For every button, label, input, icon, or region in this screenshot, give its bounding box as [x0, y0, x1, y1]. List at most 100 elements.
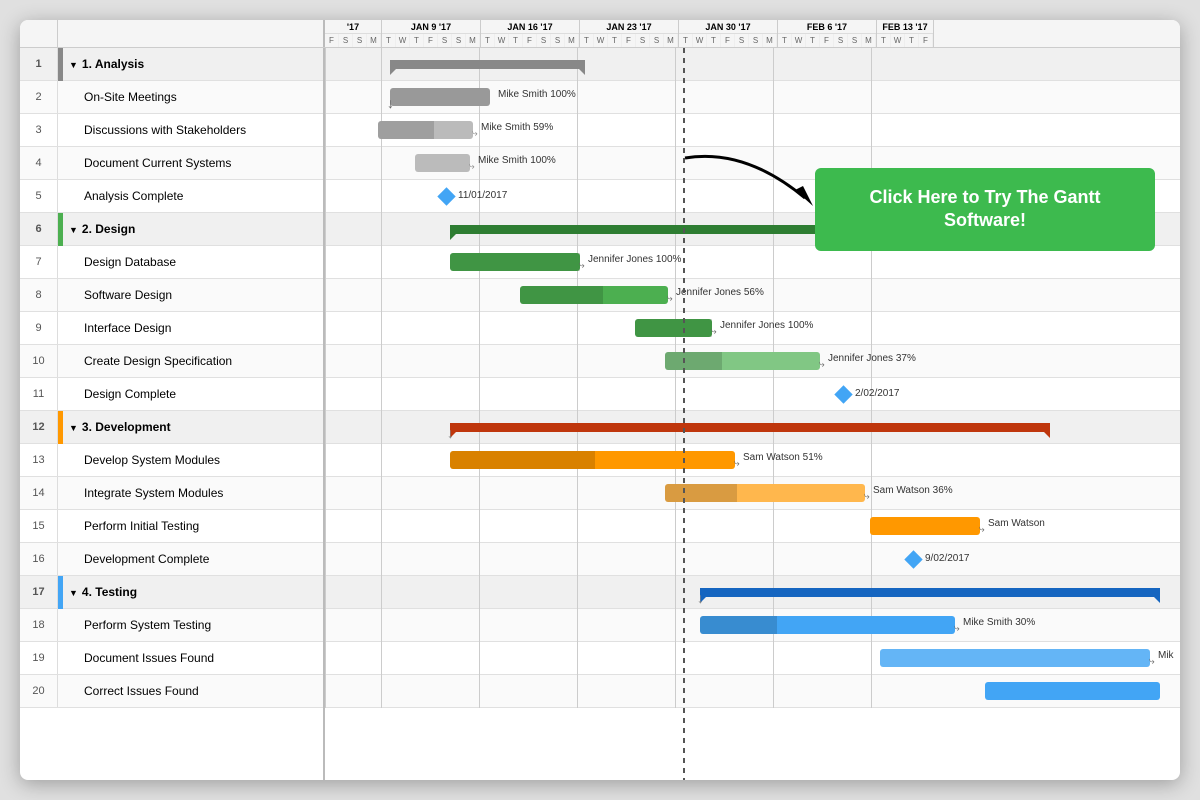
task-name: Develop System Modules: [66, 453, 323, 467]
day-cell: F: [622, 34, 636, 47]
week-grid-line: [773, 48, 774, 708]
day-cell: S: [848, 34, 862, 47]
group-expand-icon[interactable]: ▼: [69, 60, 78, 70]
gantt-row: [325, 411, 1180, 444]
day-cell: S: [834, 34, 848, 47]
task-row-number: 6: [20, 213, 58, 245]
task-name: Interface Design: [66, 321, 323, 335]
day-cell: M: [466, 34, 480, 47]
task-name: Analysis Complete: [66, 189, 323, 203]
task-row-number: 12: [20, 411, 58, 443]
task-row-number: 8: [20, 279, 58, 311]
gantt-row: [325, 378, 1180, 411]
header-right: '17FSSMJAN 9 '17TWTFSSMJAN 16 '17TWTFSSM…: [325, 20, 1180, 47]
task-row: 14Integrate System Modules: [20, 477, 323, 510]
gantt-rows-container: [325, 48, 1180, 708]
task-row: 20Correct Issues Found: [20, 675, 323, 708]
day-cell: W: [891, 34, 905, 47]
day-cell: W: [495, 34, 509, 47]
day-cell: S: [438, 34, 452, 47]
header-left: [20, 20, 325, 47]
gantt-row: [325, 48, 1180, 81]
week-days: TWTFSSM: [778, 34, 876, 47]
day-cell: S: [636, 34, 650, 47]
day-cell: W: [792, 34, 806, 47]
task-row: 15Perform Initial Testing: [20, 510, 323, 543]
week-days: TWTFSSM: [679, 34, 777, 47]
task-row: 5Analysis Complete: [20, 180, 323, 213]
task-row-number: 15: [20, 510, 58, 542]
task-row-number: 1: [20, 48, 58, 80]
week-block: JAN 23 '17TWTFSSM: [580, 20, 679, 47]
day-cell: W: [396, 34, 410, 47]
task-row-number: 10: [20, 345, 58, 377]
gantt-row: [325, 444, 1180, 477]
day-cell: T: [905, 34, 919, 47]
day-cell: S: [749, 34, 763, 47]
week-label: JAN 23 '17: [580, 20, 678, 34]
task-row: 4Document Current Systems: [20, 147, 323, 180]
timeline-body: Mike Smith 100%↓Mike Smith 59%⤷Mike Smit…: [325, 48, 1180, 780]
day-cell: T: [707, 34, 721, 47]
task-row: 10 Create Design Specification: [20, 345, 323, 378]
day-cell: M: [367, 34, 381, 47]
week-label: FEB 13 '17: [877, 20, 933, 34]
group-expand-icon[interactable]: ▼: [69, 588, 78, 598]
task-row-number: 11: [20, 378, 58, 410]
task-row: 17▼4. Testing: [20, 576, 323, 609]
task-row-number: 7: [20, 246, 58, 278]
task-name: Perform System Testing: [66, 618, 323, 632]
day-cell: F: [820, 34, 834, 47]
week-block: '17FSSM: [325, 20, 382, 47]
task-row: 19Document Issues Found: [20, 642, 323, 675]
group-expand-icon[interactable]: ▼: [69, 225, 78, 235]
task-row: 7Design Database: [20, 246, 323, 279]
week-label: '17: [325, 20, 381, 34]
task-row-number: 2: [20, 81, 58, 113]
gantt-row: [325, 246, 1180, 279]
task-row-number: 16: [20, 543, 58, 575]
day-cell: M: [664, 34, 678, 47]
task-row: 2On-Site Meetings: [20, 81, 323, 114]
week-label: FEB 6 '17: [778, 20, 876, 34]
week-block: FEB 6 '17TWTFSSM: [778, 20, 877, 47]
week-block: JAN 16 '17TWTFSSM: [481, 20, 580, 47]
week-grid-line: [577, 48, 578, 708]
day-cell: T: [481, 34, 495, 47]
task-row: 3Discussions with Stakeholders: [20, 114, 323, 147]
week-block: JAN 9 '17TWTFSSM: [382, 20, 481, 47]
week-grid-line: [325, 48, 326, 708]
day-cell: T: [580, 34, 594, 47]
task-name: Create Design Specification: [66, 354, 323, 368]
task-row: 12▼3. Development: [20, 411, 323, 444]
week-block: FEB 13 '17TWTF: [877, 20, 934, 47]
day-cell: M: [763, 34, 777, 47]
gantt-row: [325, 180, 1180, 213]
day-cell: T: [679, 34, 693, 47]
task-row-number: 18: [20, 609, 58, 641]
gantt-row: [325, 279, 1180, 312]
task-row: 13Develop System Modules: [20, 444, 323, 477]
left-panel: 1▼1. Analysis2On-Site Meetings3Discussio…: [20, 48, 325, 780]
gantt-row: [325, 609, 1180, 642]
week-days: TWTF: [877, 34, 933, 47]
task-name: ▼2. Design: [63, 222, 323, 236]
gantt-row: [325, 477, 1180, 510]
gantt-row: [325, 345, 1180, 378]
group-expand-icon[interactable]: ▼: [69, 423, 78, 433]
day-cell: F: [523, 34, 537, 47]
task-row-number: 4: [20, 147, 58, 179]
gantt-row: [325, 510, 1180, 543]
day-cell: T: [608, 34, 622, 47]
gantt-row: [325, 675, 1180, 708]
day-cell: W: [693, 34, 707, 47]
task-name: ▼4. Testing: [63, 585, 323, 599]
gantt-row: [325, 213, 1180, 246]
gantt-row: [325, 114, 1180, 147]
day-cell: S: [551, 34, 565, 47]
day-cell: S: [735, 34, 749, 47]
week-block: JAN 30 '17TWTFSSM: [679, 20, 778, 47]
day-cell: T: [877, 34, 891, 47]
gantt-body: 1▼1. Analysis2On-Site Meetings3Discussio…: [20, 48, 1180, 780]
gantt-row: [325, 312, 1180, 345]
